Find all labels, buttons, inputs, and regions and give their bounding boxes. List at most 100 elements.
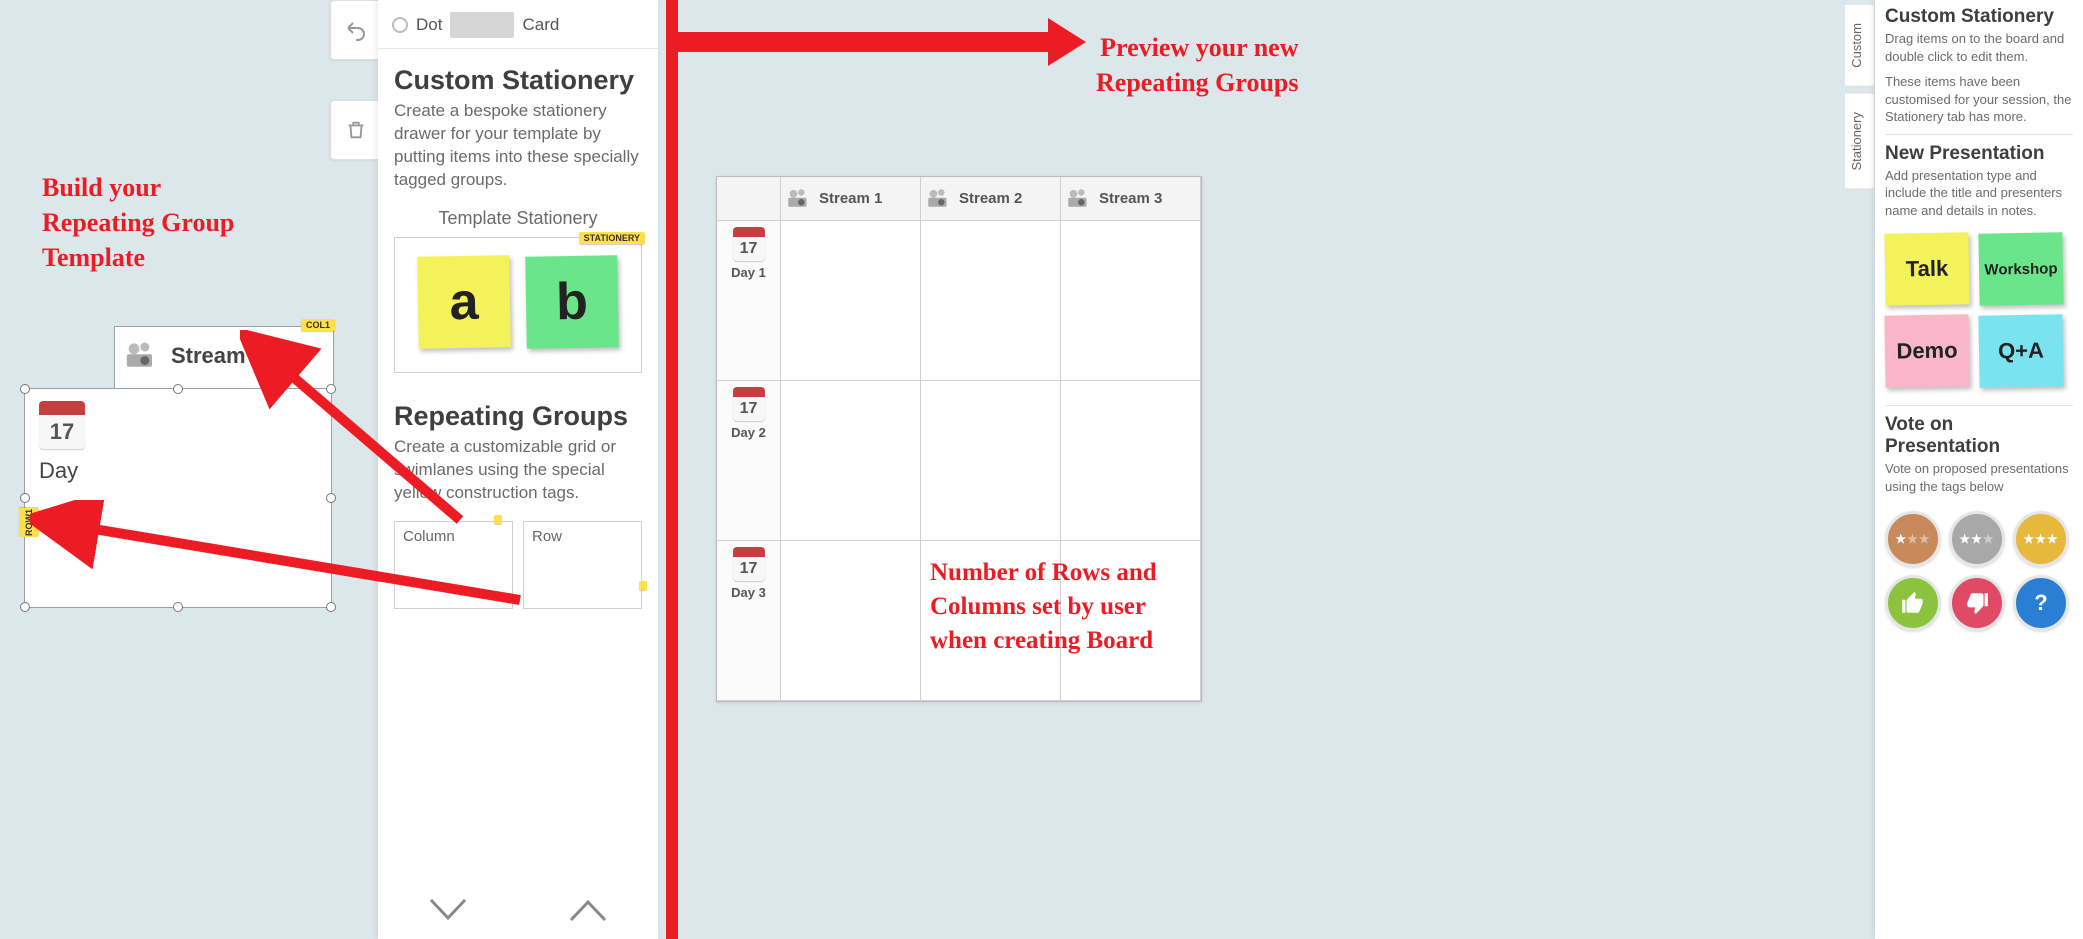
template-row-label: Day	[39, 458, 85, 484]
grid-row-header: 17 Day 3	[717, 541, 781, 701]
drawer-rg-desc: Create a customizable grid or swimlanes …	[378, 436, 658, 517]
calendar-icon: 17	[733, 547, 765, 581]
grid-row-header: 17 Day 1	[717, 221, 781, 381]
panel-toolstrip	[330, 0, 380, 160]
divider-line	[1885, 134, 2073, 135]
presentation-sticky-row: Talk Workshop Demo Q+A	[1885, 227, 2073, 401]
template-column-label: Stream	[171, 343, 246, 369]
vote-three-star[interactable]: ★★★	[2013, 511, 2069, 567]
annotation-preview: Preview your new Repeating Groups	[1096, 30, 1299, 100]
grid-column-label: Stream 1	[819, 190, 882, 207]
vote-thumbs-up[interactable]	[1885, 575, 1941, 631]
drawer-stationery-desc: Create a bespoke stationery drawer for y…	[378, 100, 658, 204]
resize-handle[interactable]	[173, 384, 183, 394]
sticky-note-b[interactable]: b	[525, 255, 619, 349]
grid-corner	[717, 177, 781, 221]
calendar-icon: 17	[733, 387, 765, 421]
right-cs-desc2: These items have been customised for you…	[1885, 73, 2073, 126]
drawer-nav-arrows	[378, 894, 658, 931]
tag-stationery: STATIONERY	[579, 232, 645, 244]
grid-cell[interactable]	[921, 221, 1061, 381]
resize-handle[interactable]	[20, 384, 30, 394]
right-np-desc: Add presentation type and include the ti…	[1885, 167, 2073, 220]
right-cs-heading: Custom Stationery	[1885, 6, 2073, 28]
vote-two-star[interactable]: ★★★	[1949, 511, 2005, 567]
grid-column-label: Stream 2	[959, 190, 1022, 207]
resize-handle[interactable]	[326, 602, 336, 612]
annotation-rows-cols: Number of Rows and Columns set by user w…	[930, 556, 1157, 657]
divider-line	[1885, 405, 2073, 406]
grid-cell[interactable]	[921, 381, 1061, 541]
radio-dot[interactable]	[392, 17, 408, 33]
vote-help[interactable]: ?	[2013, 575, 2069, 631]
rg-column-label: Column	[403, 528, 455, 545]
grid-cell[interactable]	[781, 381, 921, 541]
resize-handle[interactable]	[326, 384, 336, 394]
rg-prototype-row: Column Row	[378, 517, 658, 609]
resize-handle[interactable]	[173, 602, 183, 612]
projector-icon	[1067, 188, 1093, 210]
projector-icon	[927, 188, 953, 210]
template-column-group[interactable]: COL1 Stream	[114, 326, 334, 390]
calendar-icon: 17	[733, 227, 765, 261]
vote-buttons: ★★★ ★★★ ★★★ ?	[1885, 503, 2073, 631]
rg-column-prototype[interactable]: Column	[394, 521, 513, 609]
projector-icon	[787, 188, 813, 210]
drawer-rg-heading: Repeating Groups	[378, 385, 658, 436]
grid-row-label: Day 1	[731, 265, 766, 280]
right-vote-desc: Vote on proposed presentations using the…	[1885, 460, 2073, 495]
sticky-talk[interactable]: Talk	[1884, 233, 1969, 306]
rg-row-prototype[interactable]: Row	[523, 521, 642, 609]
right-panel: Custom Stationery Drag items on to the b…	[1875, 0, 2083, 939]
sticky-note-a[interactable]: a	[417, 255, 511, 349]
projector-icon	[125, 341, 161, 371]
chevron-down-icon[interactable]	[423, 894, 473, 931]
undo-button[interactable]	[330, 0, 380, 60]
radio-dot-label: Dot	[416, 15, 442, 35]
sticky-qa[interactable]: Q+A	[1978, 315, 2063, 388]
right-cs-desc1: Drag items on to the board and double cl…	[1885, 30, 2073, 65]
grid-column-header: Stream 3	[1061, 177, 1201, 221]
grid-row-label: Day 3	[731, 585, 766, 600]
vote-thumbs-down[interactable]	[1949, 575, 2005, 631]
grid-cell[interactable]	[1061, 381, 1201, 541]
calendar-icon: 17	[39, 401, 85, 449]
resize-handle[interactable]	[20, 493, 30, 503]
tab-stationery[interactable]: Stationery	[1845, 93, 1875, 190]
rg-row-label: Row	[532, 528, 562, 545]
drawer-stationery-heading: Custom Stationery	[378, 49, 658, 100]
annotation-arrow-right	[676, 24, 1086, 60]
sticky-demo[interactable]: Demo	[1884, 315, 1969, 388]
grid-cell[interactable]	[781, 221, 921, 381]
trash-button[interactable]	[330, 100, 380, 160]
radio-card-label: Card	[522, 15, 559, 35]
tag-row: ROW1	[19, 508, 39, 537]
chevron-up-icon[interactable]	[563, 894, 613, 931]
grid-cell[interactable]	[1061, 221, 1201, 381]
tag-col: COL1	[301, 319, 335, 331]
builder-area: Build your Repeating Group Template COL1…	[0, 0, 670, 939]
annotation-divider	[666, 0, 678, 939]
grid-row-header: 17 Day 2	[717, 381, 781, 541]
grid-column-header: Stream 1	[781, 177, 921, 221]
grid-column-header: Stream 2	[921, 177, 1061, 221]
resize-handle[interactable]	[326, 493, 336, 503]
annotation-build-template: Build your Repeating Group Template	[42, 170, 234, 275]
resize-handle[interactable]	[20, 602, 30, 612]
shape-radio-row: Dot Card	[378, 6, 658, 49]
vote-one-star[interactable]: ★★★	[1885, 511, 1941, 567]
grid-cell[interactable]	[781, 541, 921, 701]
template-stationery-box[interactable]: STATIONERY a b	[394, 237, 642, 373]
grid-column-label: Stream 3	[1099, 190, 1162, 207]
tag-pill-icon	[639, 581, 647, 590]
stationery-drawer: Dot Card Custom Stationery Create a besp…	[378, 0, 658, 939]
right-vote-heading: Vote on Presentation	[1885, 414, 2073, 458]
right-np-heading: New Presentation	[1885, 143, 2073, 165]
template-row-group[interactable]: ROW1 17 Day	[24, 388, 332, 608]
grid-row-label: Day 2	[731, 425, 766, 440]
sticky-workshop[interactable]: Workshop	[1978, 233, 2063, 306]
tab-custom[interactable]: Custom	[1845, 4, 1875, 87]
side-tabs: Custom Stationery	[1845, 4, 1875, 195]
tag-pill-icon	[494, 515, 502, 524]
color-swatch[interactable]	[450, 12, 514, 38]
